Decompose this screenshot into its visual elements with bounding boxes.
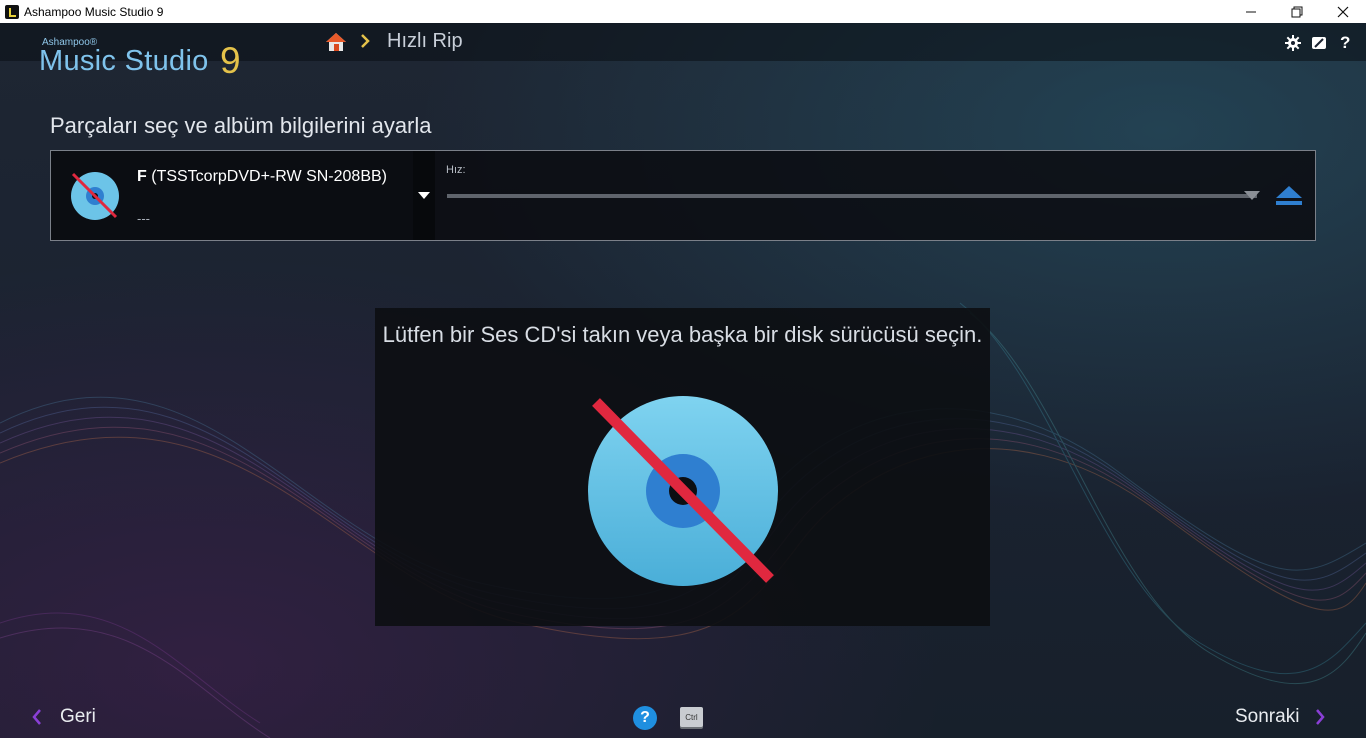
chevron-left-icon [32, 709, 41, 725]
no-disc-message-box: Lütfen bir Ses CD'si takın veya başka bi… [375, 308, 990, 626]
help-circle-button[interactable]: ? [633, 706, 657, 730]
page-heading: Parçaları seç ve albüm bilgilerini ayarl… [50, 113, 432, 138]
app-icon [5, 4, 19, 19]
drive-model: (TSSTcorpDVD+-RW SN-208BB) [151, 168, 387, 185]
drive-name: F (TSSTcorpDVD+-RW SN-208BB) [137, 168, 387, 186]
drive-letter: F [137, 168, 147, 185]
restore-icon [1291, 6, 1303, 17]
logo-version: 9 [220, 40, 241, 81]
close-button[interactable] [1320, 0, 1366, 23]
chevron-down-icon [418, 191, 430, 199]
next-label: Sonraki [1235, 706, 1300, 727]
drive-dropdown-button[interactable] [413, 151, 435, 240]
back-label: Geri [60, 706, 96, 727]
chevron-right-icon [361, 34, 370, 48]
breadcrumb-current: Hızlı Rip [387, 30, 463, 52]
settings-button[interactable] [1285, 35, 1301, 56]
drive-panel: F (TSSTcorpDVD+-RW SN-208BB) --- Hız: [50, 150, 1316, 241]
breadcrumb-separator [360, 34, 370, 53]
help-button[interactable]: ? [1340, 33, 1350, 53]
logo-product: Music Studio [39, 45, 209, 77]
minimize-icon [1246, 11, 1256, 12]
drive-status: --- [137, 211, 150, 226]
window-titlebar: Ashampoo Music Studio 9 [0, 0, 1366, 23]
speed-label: Hız: [446, 164, 466, 176]
close-icon [1337, 6, 1349, 17]
feedback-button[interactable] [1311, 35, 1327, 56]
minimize-button[interactable] [1228, 0, 1274, 23]
no-disc-message: Lütfen bir Ses CD'si takın veya başka bi… [382, 322, 983, 347]
back-button[interactable]: Geri [32, 706, 96, 728]
app-window: Ashampoo® Music Studio 9 Hızlı Rip ? Par… [0, 23, 1366, 738]
eject-icon[interactable] [1275, 185, 1303, 207]
edit-icon [1312, 37, 1326, 49]
chevron-right-icon [1316, 709, 1326, 725]
gear-icon [1285, 35, 1301, 51]
home-icon [326, 33, 346, 51]
next-button[interactable]: Sonraki [1235, 706, 1326, 728]
restore-button[interactable] [1274, 0, 1320, 23]
speed-slider[interactable] [447, 194, 1257, 198]
ctrl-key-button[interactable]: Ctrl [680, 707, 703, 727]
no-disc-icon [71, 172, 119, 220]
drive-selector[interactable]: F (TSSTcorpDVD+-RW SN-208BB) --- [51, 151, 413, 240]
home-button[interactable] [325, 32, 347, 57]
window-title: Ashampoo Music Studio 9 [24, 4, 164, 19]
no-disc-large-icon [588, 396, 778, 586]
speed-dropdown-icon[interactable] [1244, 191, 1260, 201]
